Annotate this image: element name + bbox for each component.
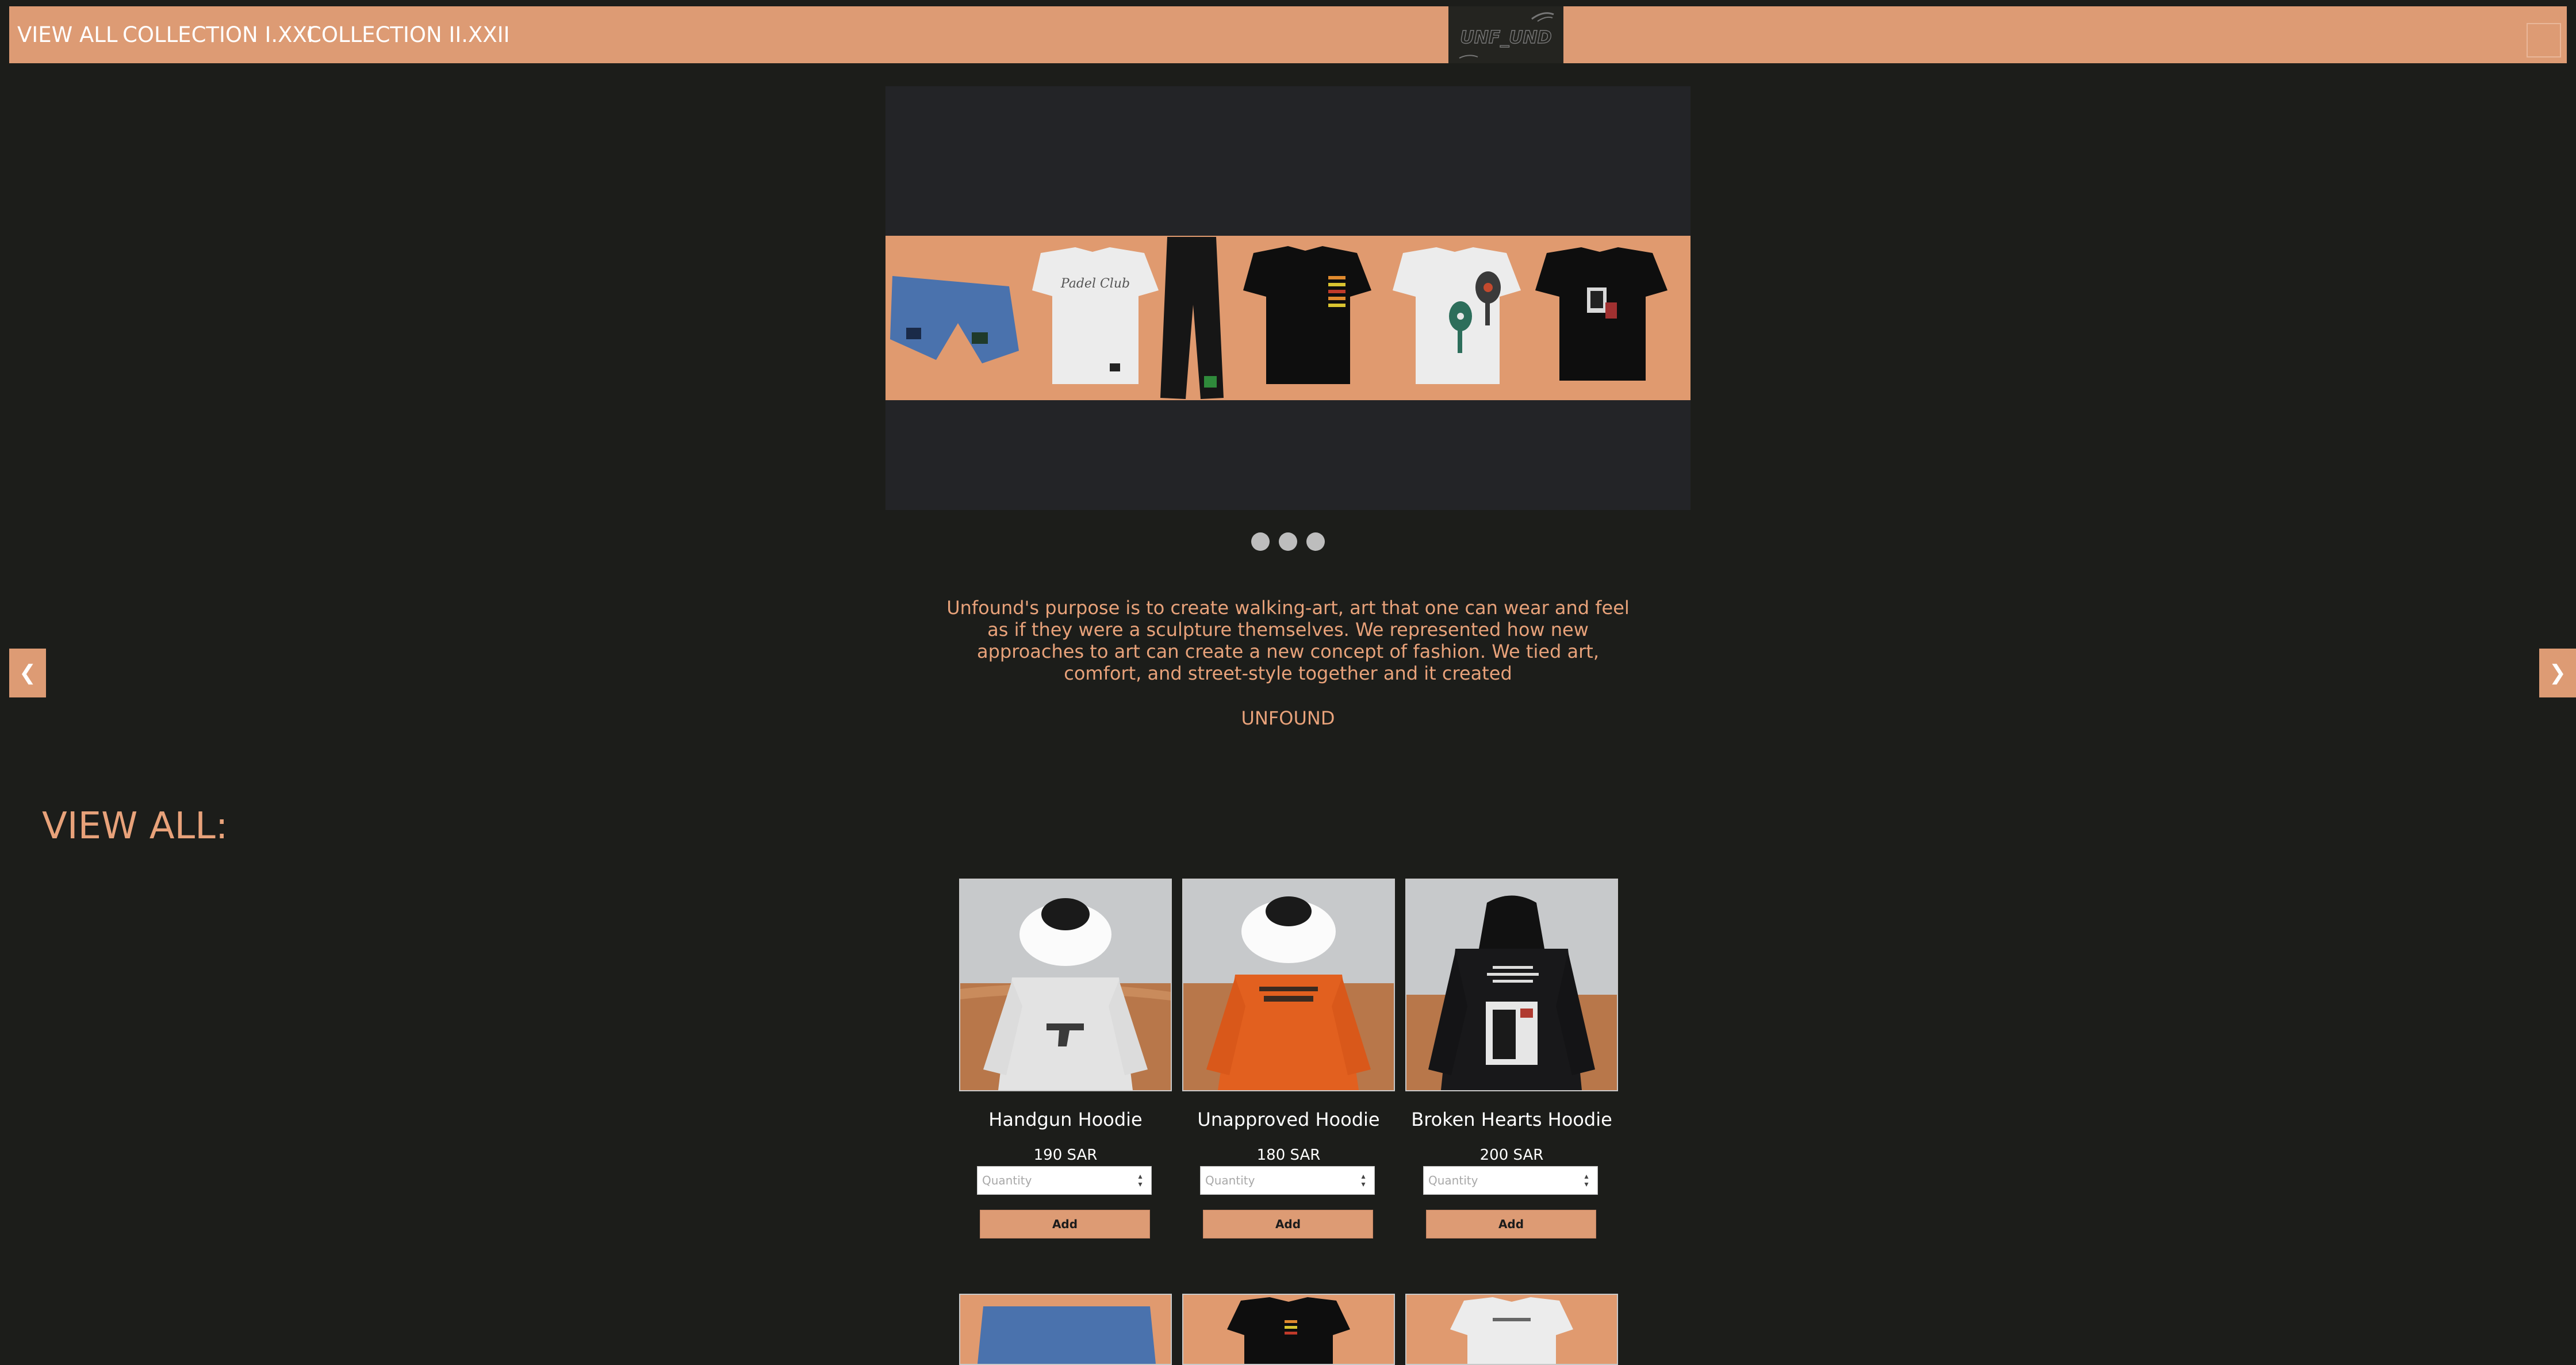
product-image[interactable] xyxy=(1182,879,1395,1091)
quantity-input[interactable] xyxy=(1423,1166,1598,1195)
product-image[interactable] xyxy=(959,879,1172,1091)
add-to-cart-button[interactable]: Add xyxy=(1426,1210,1596,1239)
brand-logo[interactable]: UNF_UND xyxy=(1448,6,1563,63)
product-price: 190 SAR xyxy=(1033,1147,1098,1164)
product-lineup-graphic: Padel Club xyxy=(890,237,1667,399)
logo-graphic: UNF_UND xyxy=(1459,11,1554,59)
product-image[interactable] xyxy=(1182,1294,1395,1365)
slide-dot-2[interactable] xyxy=(1279,532,1297,551)
slide-dot-3[interactable] xyxy=(1306,532,1325,551)
brand-name-text: UNFOUND xyxy=(1241,707,1335,729)
product-name[interactable]: Broken Hearts Hoodie xyxy=(1382,1109,1641,1130)
logo-text: UNF_UND xyxy=(1460,28,1551,48)
mission-statement: Unfound's purpose is to create walking-a… xyxy=(946,597,1630,684)
section-title: VIEW ALL: xyxy=(42,805,228,848)
next-slide-button[interactable]: ❯ xyxy=(2539,649,2576,697)
black-tshirt-graphic xyxy=(1243,246,1371,384)
add-to-cart-button[interactable]: Add xyxy=(980,1210,1150,1239)
black-print-tshirt-graphic xyxy=(1535,247,1667,381)
black-pants-graphic xyxy=(1160,237,1224,399)
quantity-stepper-icon[interactable]: ▴ ▾ xyxy=(1134,1172,1146,1188)
nav-link-collection-2[interactable]: COLLECTION II.XXII xyxy=(306,6,510,63)
product-image[interactable] xyxy=(959,1294,1172,1365)
product-price: 200 SAR xyxy=(1479,1147,1544,1164)
blue-shorts-graphic xyxy=(890,276,1019,363)
product-image[interactable] xyxy=(1405,879,1618,1091)
product-image[interactable] xyxy=(1405,1294,1618,1365)
quantity-input[interactable] xyxy=(1200,1166,1375,1195)
tshirt-print-text: Padel Club xyxy=(1060,277,1130,291)
nav-link-collection-1[interactable]: COLLECTION I.XXI xyxy=(122,6,313,63)
product-name[interactable]: Unapproved Hoodie xyxy=(1159,1109,1418,1130)
quantity-stepper-icon[interactable]: ▴ ▾ xyxy=(1581,1172,1592,1188)
slide-dot-1[interactable] xyxy=(1251,532,1270,551)
cart-button[interactable] xyxy=(2527,23,2561,57)
quantity-stepper-icon[interactable]: ▴ ▾ xyxy=(1358,1172,1369,1188)
prev-slide-button[interactable]: ❮ xyxy=(9,649,46,697)
top-navbar: VIEW ALL COLLECTION I.XXI COLLECTION II.… xyxy=(9,6,2567,63)
quantity-input[interactable] xyxy=(977,1166,1152,1195)
padel-tshirt-graphic xyxy=(1393,247,1521,384)
product-name[interactable]: Handgun Hoodie xyxy=(936,1109,1195,1130)
add-to-cart-button[interactable]: Add xyxy=(1203,1210,1373,1239)
product-price: 180 SAR xyxy=(1256,1147,1321,1164)
hero-slideshow: Padel Club xyxy=(885,86,1690,510)
hero-slide-image: Padel Club xyxy=(885,236,1690,400)
nav-link-view-all[interactable]: VIEW ALL xyxy=(17,6,118,63)
white-tshirt-graphic: Padel Club xyxy=(1032,247,1159,384)
